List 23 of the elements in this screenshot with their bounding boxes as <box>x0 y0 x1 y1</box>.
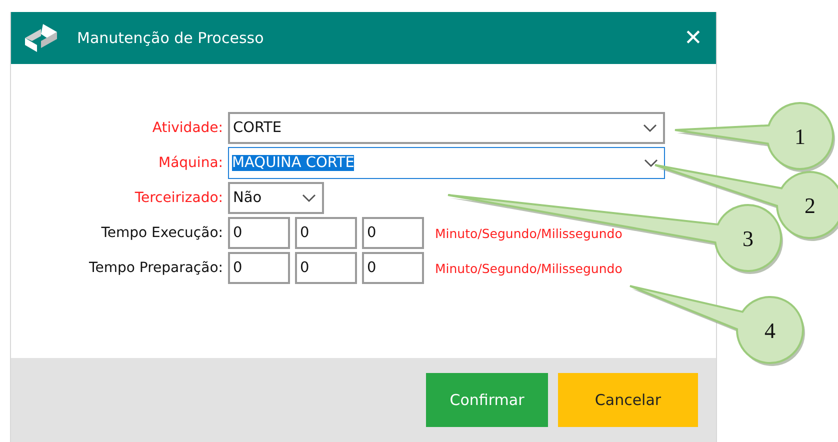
time-input[interactable]: 0 <box>362 252 424 284</box>
time-input[interactable]: 0 <box>295 217 357 249</box>
caret-icon <box>302 194 316 202</box>
field-label: Tempo Preparação: <box>88 260 223 276</box>
logo-icon <box>23 23 59 53</box>
dropdown-field[interactable]: CORTE <box>228 112 665 144</box>
dropdown-field[interactable]: MAQUINA CORTE <box>228 147 665 179</box>
time-input[interactable]: 0 <box>295 252 357 284</box>
caret-icon <box>644 158 658 168</box>
time-input[interactable]: 0 <box>362 217 424 249</box>
cancel-button[interactable]: Cancelar <box>558 373 698 427</box>
field-label: Tempo Execução: <box>100 225 223 241</box>
time-input[interactable]: 0 <box>228 252 290 284</box>
window-title: Manutenção de Processo <box>77 29 265 47</box>
unit-hint: Minuto/Segundo/Milissegundo <box>435 260 622 276</box>
field-label: Terceirizado: <box>134 190 223 206</box>
field-label: Máquina: <box>158 155 223 171</box>
dropdown-field[interactable]: Não <box>228 182 324 214</box>
close-button[interactable]: ✕ <box>684 25 702 51</box>
time-input[interactable]: 0 <box>228 217 290 249</box>
caret-icon <box>643 124 657 132</box>
field-label: Atividade: <box>151 120 223 136</box>
unit-hint: Minuto/Segundo/Milissegundo <box>435 226 622 240</box>
